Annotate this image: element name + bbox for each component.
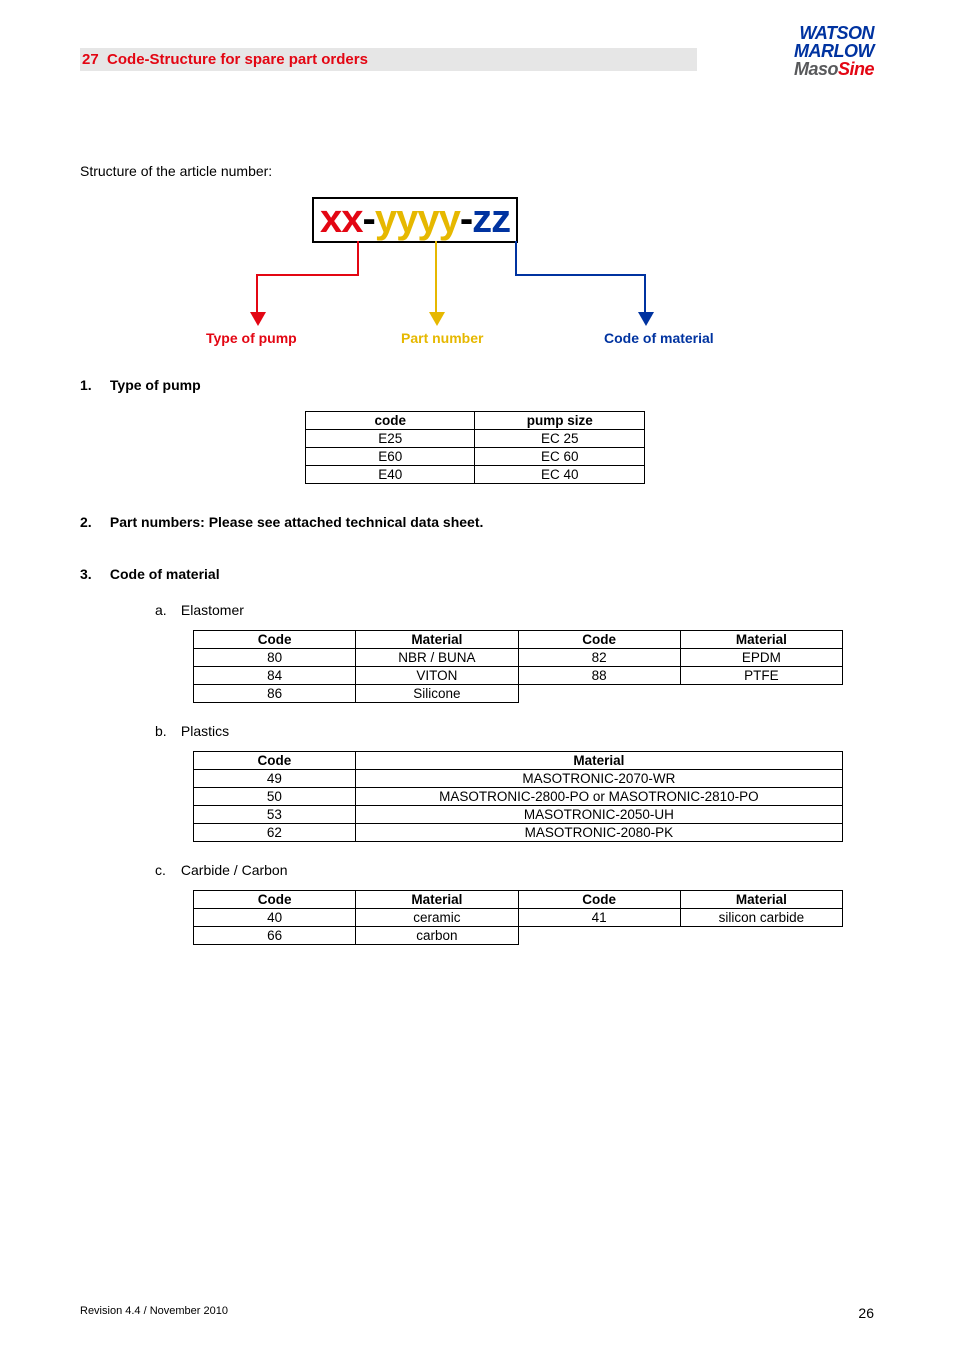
section-heading: Code-Structure for spare part orders	[107, 51, 368, 68]
label-code-of-material: Code of material	[604, 330, 757, 346]
table-row: Code Material Code Material	[194, 891, 843, 909]
code-yyyy: yyyy	[375, 197, 460, 241]
table-row: 50MASOTRONIC-2800-PO or MASOTRONIC-2810-…	[194, 788, 843, 806]
item-2: 2. Part numbers: Please see attached tec…	[80, 514, 874, 530]
code-zz: zz	[472, 197, 510, 241]
th-code: code	[306, 412, 475, 430]
table-row: 84 VITON 88 PTFE	[194, 667, 843, 685]
code-dash2: -	[460, 197, 472, 241]
elastomer-table: Code Material Code Material 80 NBR / BUN…	[193, 630, 843, 703]
code-xx: xx	[320, 197, 363, 241]
item-1: 1. Type of pump	[80, 377, 874, 393]
code-dash1: -	[363, 197, 375, 241]
revision-text: Revision 4.4 / November 2010	[80, 1305, 228, 1321]
pump-size-table: codepump size E25EC 25 E60EC 60 E40EC 40	[305, 411, 645, 484]
table-row: E25EC 25	[306, 430, 645, 448]
code-box: xx-yyyy-zz	[312, 197, 518, 243]
sub-a: a. Elastomer	[155, 602, 874, 618]
table-row: codepump size	[306, 412, 645, 430]
table-row: E40EC 40	[306, 466, 645, 484]
article-number-diagram: xx-yyyy-zz Type of pump Part number Code…	[197, 197, 757, 367]
item-3-title: Code of material	[110, 566, 220, 582]
brand-logo: WATSON MARLOW MasoSine	[794, 24, 874, 78]
diagram-labels: Type of pump Part number Code of materia…	[197, 330, 757, 346]
page-number: 26	[858, 1305, 874, 1321]
item-2-title: Part numbers: Please see attached techni…	[110, 514, 484, 530]
sub-b: b. Plastics	[155, 723, 874, 739]
table-row: 40 ceramic 41 silicon carbide	[194, 909, 843, 927]
table-row: 62MASOTRONIC-2080-PK	[194, 824, 843, 842]
logo-line2: MARLOW	[794, 42, 874, 60]
table-row: 86 Silicone	[194, 685, 843, 703]
table-row: CodeMaterial	[194, 752, 843, 770]
section-title: 27 Code-Structure for spare part orders	[80, 48, 697, 71]
table-row: 80 NBR / BUNA 82 EPDM	[194, 649, 843, 667]
label-part-number: Part number	[401, 330, 604, 346]
table-row: Code Material Code Material	[194, 631, 843, 649]
item-3: 3. Code of material	[80, 566, 874, 582]
th-size: pump size	[475, 412, 645, 430]
table-row: E60EC 60	[306, 448, 645, 466]
sub-c: c. Carbide / Carbon	[155, 862, 874, 878]
page-footer: Revision 4.4 / November 2010 26	[80, 1305, 874, 1321]
item-1-title: Type of pump	[110, 377, 201, 393]
carbide-table: Code Material Code Material 40 ceramic 4…	[193, 890, 843, 945]
item-3-num: 3.	[80, 566, 106, 582]
section-number: 27	[82, 51, 99, 68]
intro-text: Structure of the article number:	[80, 163, 874, 179]
table-row: 53MASOTRONIC-2050-UH	[194, 806, 843, 824]
plastics-table: CodeMaterial 49MASOTRONIC-2070-WR 50MASO…	[193, 751, 843, 842]
item-1-num: 1.	[80, 377, 106, 393]
logo-line1: WATSON	[794, 24, 874, 42]
table-row: 66 carbon	[194, 927, 843, 945]
logo-line3: MasoSine	[794, 60, 874, 78]
item-2-num: 2.	[80, 514, 106, 530]
table-row: 49MASOTRONIC-2070-WR	[194, 770, 843, 788]
label-type-of-pump: Type of pump	[197, 330, 401, 346]
